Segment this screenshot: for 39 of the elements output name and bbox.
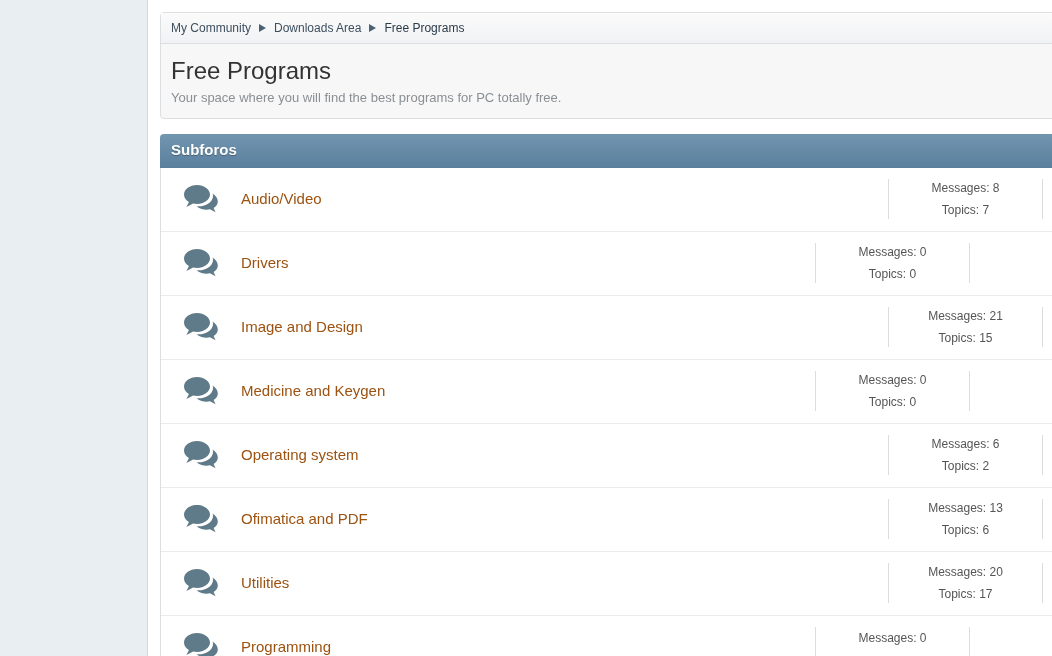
topic-count: Topics: 7 xyxy=(941,202,990,219)
forum-link[interactable]: Audio/Video xyxy=(241,187,888,211)
speech-bubbles-icon xyxy=(183,440,219,470)
topic-count: Topics: 15 xyxy=(938,330,993,347)
speech-bubbles-icon xyxy=(183,376,219,406)
forum-link[interactable]: Image and Design xyxy=(241,315,888,339)
triangle-right-icon xyxy=(369,24,377,32)
topic-count: Topics: 2 xyxy=(941,458,990,475)
topic-count: Topics: 17 xyxy=(938,586,993,603)
forum-link[interactable]: Operating system xyxy=(241,443,888,467)
message-count: Messages: 20 xyxy=(928,564,1003,581)
message-count: Messages: 0 xyxy=(858,372,927,389)
speech-bubbles-icon xyxy=(183,248,219,278)
speech-bubbles-icon xyxy=(183,312,219,342)
breadcrumb-link[interactable]: My Community xyxy=(171,19,251,37)
forum-link[interactable]: Medicine and Keygen xyxy=(241,379,815,403)
topic-count: Topics: 6 xyxy=(941,522,990,539)
message-count: Messages: 6 xyxy=(931,436,1000,453)
speech-bubbles-icon xyxy=(183,632,219,656)
message-count: Messages: 0 xyxy=(858,630,927,647)
triangle-right-icon xyxy=(259,24,266,32)
breadcrumb-link[interactable]: Free Programs xyxy=(384,19,465,37)
message-count: Messages: 0 xyxy=(858,244,927,261)
message-count: Messages: 13 xyxy=(928,500,1003,517)
message-count: Messages: 8 xyxy=(931,180,1000,197)
speech-bubbles-icon xyxy=(183,504,219,534)
speech-bubbles-icon xyxy=(183,184,219,214)
page-title: Free Programs xyxy=(171,56,333,86)
speech-bubbles-icon xyxy=(183,568,219,598)
breadcrumb-link[interactable]: Downloads Area xyxy=(274,19,362,37)
forum-link[interactable]: Ofimatica and PDF xyxy=(241,507,888,531)
forum-link[interactable]: Drivers xyxy=(241,251,815,275)
forum-link[interactable]: Programming xyxy=(241,635,815,656)
forum-link[interactable]: Utilities xyxy=(241,571,888,595)
message-count: Messages: 21 xyxy=(928,308,1003,325)
topic-count: Topics: 0 xyxy=(868,394,917,411)
section-title: Subforos xyxy=(171,140,237,161)
topic-count: Topics: 0 xyxy=(868,266,917,283)
page-description: Your space where you will find the best programs for PC totally free. xyxy=(171,89,563,107)
